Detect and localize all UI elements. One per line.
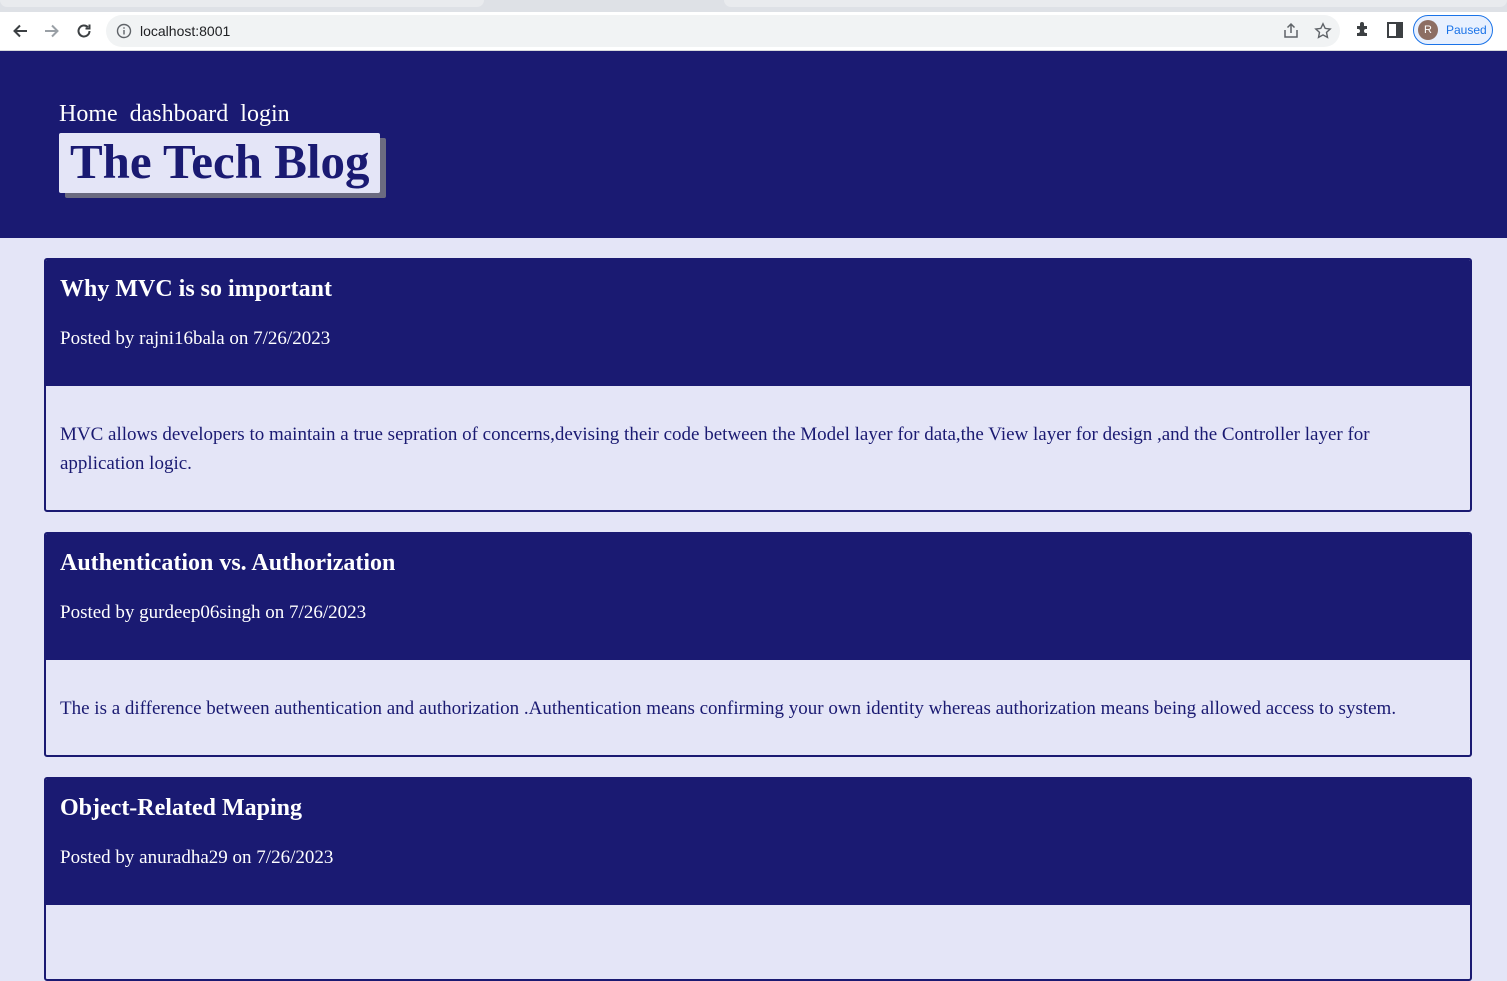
url-text[interactable]: localhost:8001 (140, 23, 230, 39)
post-title[interactable]: Why MVC is so important (60, 276, 332, 303)
address-bar[interactable]: localhost:8001 (106, 15, 1340, 47)
browser-tab[interactable] (724, 0, 1507, 7)
post-header: Why MVC is so important Posted by rajni1… (46, 260, 1470, 386)
reload-button[interactable] (70, 17, 98, 45)
tab-strip (0, 0, 1507, 12)
side-panel-icon[interactable] (1385, 20, 1405, 40)
post-title[interactable]: Object-Related Maping (60, 795, 302, 822)
post-header: Authentication vs. Authorization Posted … (46, 534, 1470, 660)
reload-icon (77, 24, 91, 38)
browser-tab[interactable] (0, 0, 484, 7)
post-meta: Posted by gurdeep06singh on 7/26/2023 (60, 602, 367, 623)
forward-arrow-icon (45, 24, 59, 38)
post-card[interactable]: Authentication vs. Authorization Posted … (44, 532, 1472, 757)
share-icon[interactable] (1282, 22, 1300, 40)
post-card[interactable]: Why MVC is so important Posted by rajni1… (44, 258, 1472, 512)
nav-link-login[interactable]: login (240, 101, 289, 127)
post-title[interactable]: Authentication vs. Authorization (60, 550, 395, 577)
bookmark-star-icon[interactable] (1314, 22, 1332, 40)
post-meta: Posted by anuradha29 on 7/26/2023 (60, 847, 334, 868)
site-title[interactable]: The Tech Blog (59, 133, 380, 193)
forward-button[interactable] (38, 17, 66, 45)
back-button[interactable] (6, 17, 34, 45)
extensions-puzzle-icon[interactable] (1353, 20, 1373, 40)
site-header: Home dashboard login The Tech Blog (0, 51, 1507, 238)
post-body: MVC allows developers to maintain a true… (60, 424, 1370, 474)
nav-link-home[interactable]: Home (59, 101, 118, 127)
browser-toolbar: localhost:8001 R Paused (0, 12, 1507, 51)
post-meta: Posted by rajni16bala on 7/26/2023 (60, 328, 331, 349)
avatar: R (1418, 20, 1438, 40)
profile-button[interactable]: R Paused (1413, 15, 1493, 45)
site-nav: Home dashboard login (59, 101, 296, 128)
nav-link-dashboard[interactable]: dashboard (130, 101, 229, 127)
post-card[interactable]: Object-Related Maping Posted by anuradha… (44, 777, 1472, 981)
post-header: Object-Related Maping Posted by anuradha… (46, 779, 1470, 905)
info-icon[interactable] (116, 23, 132, 39)
post-body (46, 905, 1470, 939)
profile-status: Paused (1446, 23, 1487, 37)
post-body: The is a difference between authenticati… (60, 698, 1397, 719)
back-arrow-icon (13, 24, 27, 38)
